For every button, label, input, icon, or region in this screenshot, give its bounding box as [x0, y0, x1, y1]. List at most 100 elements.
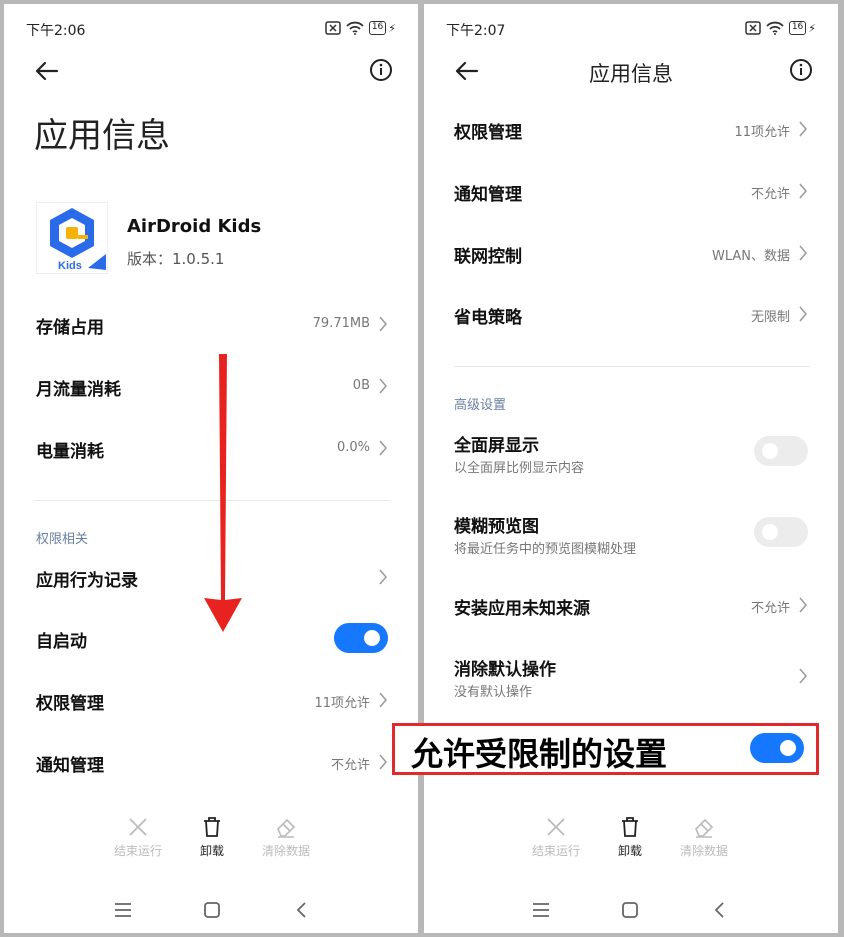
- status-time: 下午2:06: [26, 23, 86, 39]
- clear-defaults-label: 消除默认操作: [454, 660, 556, 680]
- bottom-actions: 结束运行 卸载 清除数据: [4, 816, 418, 866]
- back-arrow-icon[interactable]: [32, 56, 62, 86]
- nav-bar: [424, 896, 838, 924]
- storage-label: 存储占用: [36, 318, 104, 338]
- network-label: 联网控制: [454, 247, 522, 267]
- clear-data-button[interactable]: 清除数据: [246, 816, 326, 859]
- battery-icon: 16: [788, 21, 807, 35]
- sim-off-icon: [325, 21, 341, 35]
- chevron-right-icon: [799, 597, 807, 613]
- airdroid-kids-app-icon: Kids: [36, 202, 108, 274]
- unknown-sources-label: 安装应用未知来源: [454, 599, 590, 619]
- app-version: 版本：1.0.5.1: [127, 250, 225, 268]
- menu-icon[interactable]: [527, 896, 555, 924]
- uninstall-button[interactable]: 卸载: [172, 816, 252, 859]
- permissions-label: 权限管理: [454, 123, 522, 143]
- nav-back-icon[interactable]: [288, 896, 316, 924]
- eraser-icon: [277, 818, 296, 838]
- menu-icon[interactable]: [109, 896, 137, 924]
- chevron-right-icon: [799, 245, 807, 261]
- unknown-sources-value: 不允许: [750, 601, 790, 616]
- blur-preview-toggle[interactable]: [754, 517, 808, 547]
- chevron-right-icon: [379, 569, 387, 585]
- chevron-right-icon: [379, 378, 387, 394]
- restricted-settings-highlight: 允许受限制的设置: [392, 723, 819, 775]
- notification-label: 通知管理: [36, 756, 104, 776]
- status-icons: 16 ⚡: [745, 18, 816, 38]
- section-advanced: 高级设置: [454, 398, 507, 413]
- blur-preview-desc: 将最近任务中的预览图模糊处理: [454, 542, 637, 557]
- page-title: 应用信息: [34, 116, 170, 156]
- chevron-right-icon: [799, 183, 807, 199]
- clear-data-label: 清除数据: [679, 844, 728, 858]
- clear-data-button[interactable]: 清除数据: [664, 816, 744, 859]
- nav-back-icon[interactable]: [706, 896, 734, 924]
- toggle-knob: [762, 443, 778, 459]
- home-icon[interactable]: [198, 896, 226, 924]
- wifi-icon: [346, 21, 364, 35]
- status-bar: 下午2:07 16 ⚡: [446, 18, 816, 39]
- left-screen: 下午2:06 16 ⚡ 应用信息 Kids AirDroid Kids 版本：1…: [4, 4, 418, 933]
- sim-off-icon: [745, 21, 761, 35]
- chevron-right-icon: [799, 668, 807, 684]
- battery-icon: 16: [368, 21, 387, 35]
- power-label: 电量消耗: [36, 442, 104, 462]
- chevron-right-icon: [379, 440, 387, 456]
- chevron-right-icon: [799, 121, 807, 137]
- fullscreen-toggle[interactable]: [754, 436, 808, 466]
- close-icon: [129, 818, 147, 836]
- trash-icon: [204, 817, 220, 837]
- unknown-sources-row[interactable]: 安装应用未知来源 不允许: [454, 586, 808, 626]
- chevron-right-icon: [379, 754, 387, 770]
- toggle-knob: [762, 524, 778, 540]
- app-name: AirDroid Kids: [127, 216, 262, 237]
- notification-value: 不允许: [750, 187, 790, 202]
- traffic-label: 月流量消耗: [36, 380, 121, 400]
- status-bar: 下午2:06 16 ⚡: [26, 18, 396, 39]
- notification-row[interactable]: 通知管理 不允许: [454, 172, 808, 212]
- battery-saver-value: 无限制: [750, 310, 790, 325]
- close-icon: [547, 818, 565, 836]
- permissions-row[interactable]: 权限管理 11项允许: [36, 681, 388, 721]
- permissions-row[interactable]: 权限管理 11项允许: [454, 110, 808, 150]
- uninstall-button[interactable]: 卸载: [590, 816, 670, 859]
- notification-row[interactable]: 通知管理 不允许: [36, 743, 388, 783]
- status-icons: 16 ⚡: [325, 18, 396, 38]
- notification-value: 不允许: [330, 758, 370, 773]
- wifi-icon: [766, 21, 784, 35]
- restricted-settings-label: 允许受限制的设置: [411, 735, 668, 773]
- charging-icon: ⚡: [388, 21, 396, 35]
- eraser-icon: [695, 818, 714, 838]
- bottom-actions: 结束运行 卸载 清除数据: [424, 816, 838, 866]
- battery-saver-row[interactable]: 省电策略 无限制: [454, 295, 808, 335]
- storage-row[interactable]: 存储占用 79.71MB: [36, 305, 388, 345]
- force-stop-button[interactable]: 结束运行: [516, 816, 596, 859]
- network-row[interactable]: 联网控制 WLAN、数据: [454, 234, 808, 274]
- home-icon[interactable]: [616, 896, 644, 924]
- blur-preview-label: 模糊预览图: [454, 517, 539, 537]
- notification-label: 通知管理: [454, 185, 522, 205]
- trash-icon: [622, 817, 638, 837]
- fullscreen-label: 全面屏显示: [454, 436, 539, 456]
- force-stop-label: 结束运行: [531, 844, 580, 858]
- chevron-right-icon: [379, 316, 387, 332]
- clear-data-label: 清除数据: [261, 844, 310, 858]
- uninstall-label: 卸载: [199, 844, 224, 858]
- restricted-settings-toggle[interactable]: [750, 733, 804, 763]
- charging-icon: ⚡: [808, 21, 816, 35]
- chevron-right-icon: [379, 692, 387, 708]
- clear-defaults-row[interactable]: 消除默认操作 没有默认操作: [454, 647, 808, 703]
- autostart-toggle[interactable]: [334, 623, 388, 653]
- battery-saver-label: 省电策略: [454, 308, 522, 328]
- power-value: 0.0%: [336, 440, 370, 455]
- behavior-label: 应用行为记录: [36, 571, 138, 591]
- toggle-knob: [364, 630, 380, 646]
- storage-value: 79.71MB: [312, 316, 370, 331]
- force-stop-label: 结束运行: [113, 844, 162, 858]
- info-icon[interactable]: [366, 55, 396, 85]
- force-stop-button[interactable]: 结束运行: [98, 816, 178, 859]
- info-icon[interactable]: [786, 55, 816, 85]
- uninstall-label: 卸载: [617, 844, 642, 858]
- permissions-label: 权限管理: [36, 694, 104, 714]
- blur-preview-row: 模糊预览图 将最近任务中的预览图模糊处理: [454, 504, 808, 560]
